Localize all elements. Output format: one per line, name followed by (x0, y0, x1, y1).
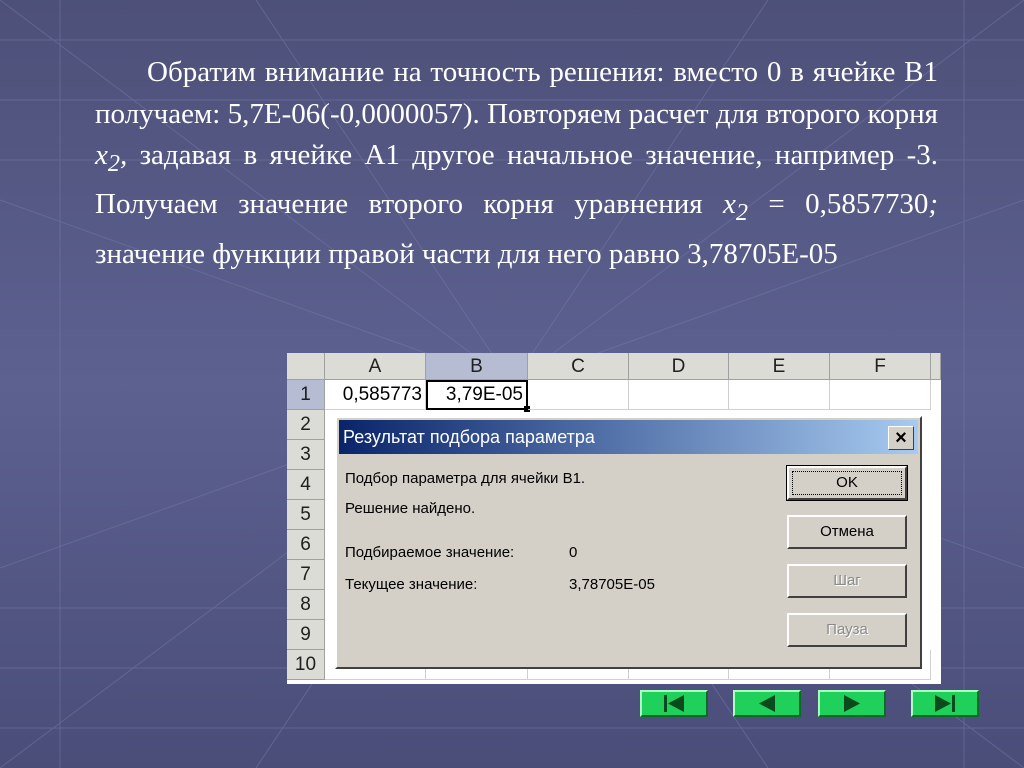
x2-variable-1: x2, (95, 139, 128, 177)
semicolon: ; (928, 188, 939, 221)
slide-paragraph: Обратим внимание на точность решения: вм… (95, 52, 938, 275)
next-slide-button[interactable] (818, 690, 886, 717)
row-header-6[interactable]: 6 (287, 530, 325, 560)
row-header-9[interactable]: 9 (287, 620, 325, 650)
close-button[interactable]: × (888, 426, 914, 450)
last-slide-icon (935, 695, 955, 712)
previous-slide-button[interactable] (733, 690, 801, 717)
slide-body-text: Обратим внимание на точность решения: вм… (95, 52, 938, 275)
row-header-10[interactable]: 10 (287, 650, 325, 680)
previous-slide-icon (759, 695, 775, 712)
target-value-label: Подбираемое значение: (345, 544, 515, 561)
current-value-label: Текущее значение: (345, 576, 478, 593)
column-header-c[interactable]: C (528, 353, 629, 380)
x2-variable-2: x2 (722, 188, 748, 227)
row-header-2[interactable]: 2 (287, 410, 325, 440)
row-header-7[interactable]: 7 (287, 560, 325, 590)
row-header-8[interactable]: 8 (287, 590, 325, 620)
focus-rectangle (792, 471, 902, 495)
goal-seek-cell-text: Подбор параметра для ячейки B1. (345, 470, 586, 487)
pause-button[interactable]: Пауза (787, 613, 907, 647)
row-header-4[interactable]: 4 (287, 470, 325, 500)
current-value: 3,78705E-05 (569, 576, 655, 593)
row-header-1[interactable]: 1 (287, 380, 325, 410)
next-slide-icon (844, 695, 860, 712)
column-header-e[interactable]: E (729, 353, 830, 380)
cell-b1[interactable]: 3,79E-05 (426, 380, 528, 410)
last-slide-button[interactable] (911, 690, 979, 717)
column-header-a[interactable]: A (325, 353, 426, 380)
row-header-3[interactable]: 3 (287, 440, 325, 470)
target-value: 0 (569, 544, 578, 561)
row-header-5[interactable]: 5 (287, 500, 325, 530)
paragraph-part-1: Обратим внимание на точность решения: вм… (95, 56, 938, 130)
column-header-g[interactable] (931, 353, 941, 380)
close-icon: × (895, 427, 907, 449)
solution-found-text: Решение найдено. (345, 500, 476, 517)
cell-e1[interactable] (729, 380, 830, 410)
ok-button[interactable]: OK (786, 465, 908, 501)
first-slide-icon (664, 695, 684, 712)
paragraph-part-3: = 0,5857730 (747, 188, 929, 221)
column-header-b[interactable]: B (426, 353, 528, 380)
dialog-title: Результат подбора параметра (343, 427, 595, 447)
cell-f1[interactable] (830, 380, 931, 410)
step-button[interactable]: Шаг (787, 564, 907, 598)
first-slide-button[interactable] (640, 690, 708, 717)
paragraph-part-4: значение функции правой части для него р… (95, 237, 838, 270)
select-all-corner[interactable] (287, 353, 325, 380)
column-header-d[interactable]: D (629, 353, 729, 380)
dialog-title-bar[interactable]: Результат подбора параметра × (339, 420, 918, 454)
goal-seek-status-dialog: Результат подбора параметра × Подбор пар… (335, 416, 922, 669)
cell-c1[interactable] (528, 380, 629, 410)
cancel-button[interactable]: Отмена (787, 515, 907, 549)
cell-d1[interactable] (629, 380, 729, 410)
column-header-f[interactable]: F (830, 353, 931, 380)
cell-a1[interactable]: 0,585773 (325, 380, 426, 410)
